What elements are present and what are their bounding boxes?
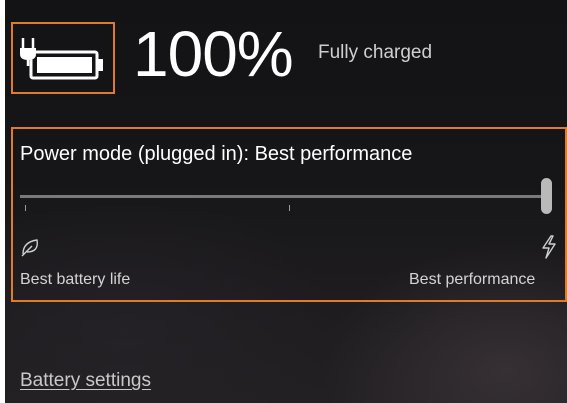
power-mode-slider-thumb[interactable] bbox=[541, 178, 552, 214]
lightning-bolt-icon bbox=[540, 235, 558, 264]
power-mode-title: Power mode (plugged in): Best performanc… bbox=[20, 143, 413, 165]
best-battery-life-label: Best battery life bbox=[20, 271, 131, 288]
leaf-icon bbox=[20, 237, 42, 262]
battery-flyout: 100% Fully charged Power mode (plugged i… bbox=[5, 0, 567, 403]
battery-percentage: 100% bbox=[133, 18, 294, 90]
power-mode-slider-track[interactable] bbox=[20, 195, 552, 198]
battery-settings-link[interactable]: Battery settings bbox=[20, 368, 151, 394]
battery-plugged-icon bbox=[20, 38, 103, 80]
best-performance-label: Best performance bbox=[409, 271, 536, 288]
battery-icon-highlight bbox=[11, 22, 115, 94]
charge-status-text: Fully charged bbox=[318, 42, 433, 63]
slider-tick bbox=[25, 205, 26, 211]
slider-tick bbox=[289, 205, 290, 211]
